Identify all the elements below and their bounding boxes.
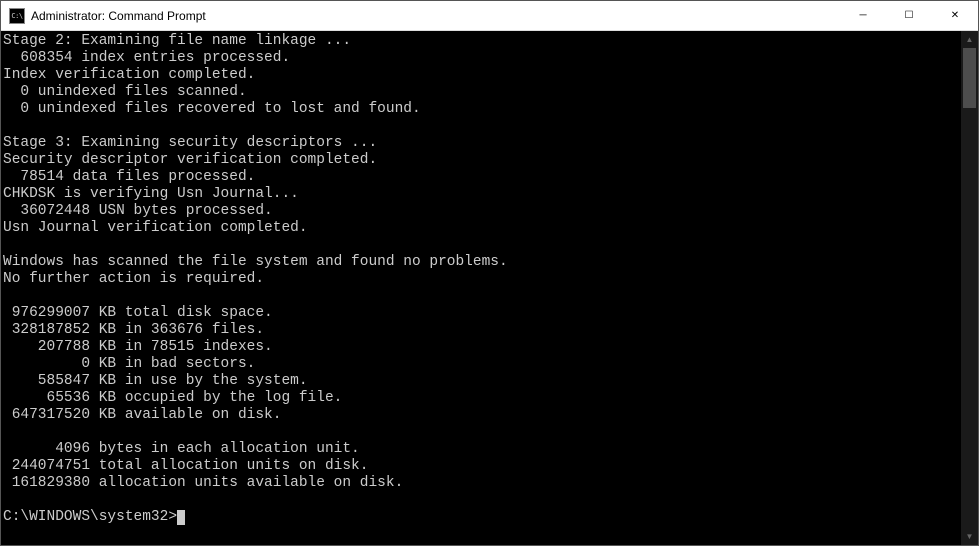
command-prompt-window: C:\ Administrator: Command Prompt ─ ☐ ✕ … [0, 0, 979, 546]
terminal-output[interactable]: Stage 2: Examining file name linkage ...… [1, 31, 961, 545]
scroll-up-arrow-icon[interactable]: ▲ [961, 31, 978, 48]
scroll-track[interactable] [961, 48, 978, 528]
window-title: Administrator: Command Prompt [31, 9, 840, 23]
prompt-line: C:\WINDOWS\system32> [3, 509, 177, 525]
cursor [177, 510, 185, 525]
scroll-down-arrow-icon[interactable]: ▼ [961, 528, 978, 545]
window-controls: ─ ☐ ✕ [840, 1, 978, 30]
titlebar[interactable]: C:\ Administrator: Command Prompt ─ ☐ ✕ [1, 1, 978, 31]
minimize-button[interactable]: ─ [840, 1, 886, 30]
maximize-button[interactable]: ☐ [886, 1, 932, 30]
terminal-lines: Stage 2: Examining file name linkage ...… [3, 33, 508, 491]
cmd-icon: C:\ [9, 8, 25, 24]
scroll-thumb[interactable] [963, 48, 976, 108]
terminal-area: Stage 2: Examining file name linkage ...… [1, 31, 978, 545]
close-button[interactable]: ✕ [932, 1, 978, 30]
scrollbar[interactable]: ▲ ▼ [961, 31, 978, 545]
